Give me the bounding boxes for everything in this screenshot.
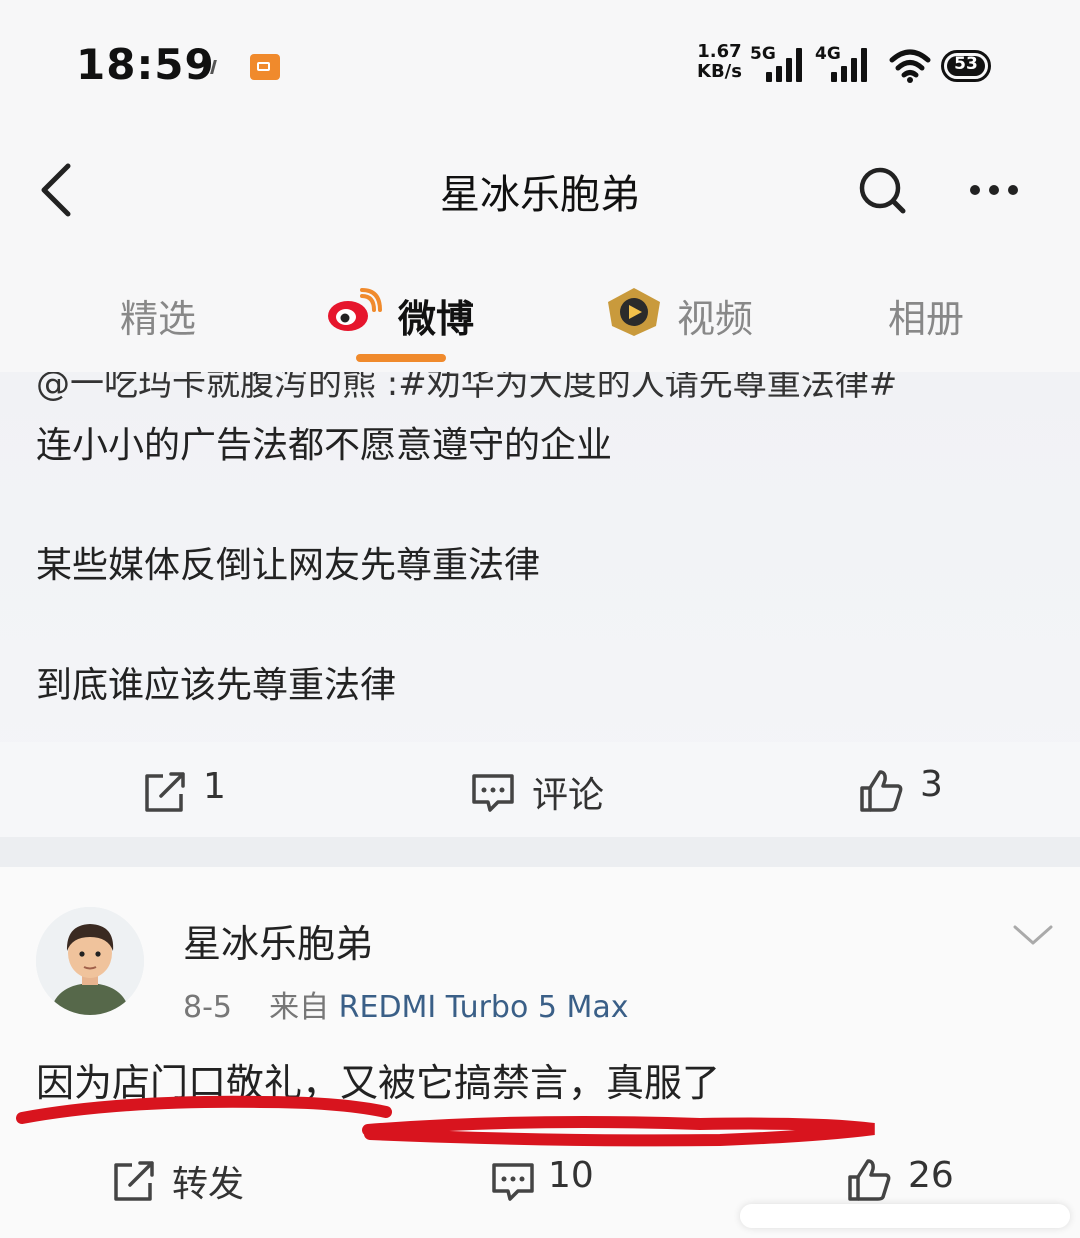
post-source[interactable]: REDMI Turbo 5 Max: [339, 990, 629, 1025]
repost-count: 1: [203, 766, 226, 807]
like-count: 3: [920, 764, 943, 805]
thumbs-up-icon: [860, 770, 903, 812]
post-card: @一吃玛卡就腹泻的熊 :#劝华为大度的人请先尊重法律# 连小小的广告法都不愿意遵…: [0, 372, 1080, 837]
profile-tabs: 精选 微博 视频 相册: [0, 252, 1080, 372]
like-button[interactable]: 3: [858, 764, 958, 818]
comment-icon: [492, 1163, 534, 1201]
signal-5g-icon: 5G: [750, 44, 810, 82]
comment-icon: [472, 774, 514, 812]
signal-5g-label: 5G: [750, 44, 776, 64]
repost-icon: [145, 772, 185, 812]
network-speed: 1.67 KB/s: [697, 42, 742, 82]
page-title: 星冰乐胞弟: [440, 172, 640, 218]
network-speed-value: 1.67: [697, 41, 742, 62]
divider: [0, 837, 1080, 867]
repost-button[interactable]: 1: [143, 766, 253, 820]
tab-weibo[interactable]: 微博: [398, 288, 474, 343]
post-text-line: 连小小的广告法都不愿意遵守的企业: [36, 425, 613, 466]
chevron-down-icon[interactable]: [1012, 923, 1054, 947]
avatar[interactable]: [36, 907, 144, 1015]
weibo-logo-icon: [328, 288, 382, 331]
repost-button[interactable]: 转发: [112, 1155, 262, 1205]
tab-video[interactable]: 视频: [677, 288, 753, 343]
signal-4g-icon: 4G: [815, 44, 875, 82]
signal-4g-label: 4G: [815, 44, 841, 64]
home-indicator[interactable]: [740, 1204, 1070, 1228]
comment-label: 评论: [532, 775, 605, 816]
video-tab-icon: [608, 288, 660, 336]
comment-button[interactable]: 评论: [470, 770, 620, 820]
network-speed-unit: KB/s: [697, 61, 742, 82]
comment-button[interactable]: 10: [490, 1155, 610, 1205]
navigation-bar: 星冰乐胞弟: [0, 130, 1080, 253]
repost-label: 转发: [172, 1164, 245, 1205]
more-icon[interactable]: [966, 180, 1022, 200]
status-bar: 18:59 1.67 KB/s 5G 4G 53: [0, 0, 1080, 130]
like-count: 26: [908, 1155, 954, 1196]
source-prefix: 来自: [269, 990, 330, 1025]
clock: 18:59: [76, 40, 215, 89]
post-meta: 8-5 来自 REDMI Turbo 5 Max: [183, 982, 629, 1026]
post-date: 8-5: [183, 990, 232, 1025]
author-name[interactable]: 星冰乐胞弟: [183, 913, 373, 968]
repost-icon: [114, 1161, 154, 1201]
post-text-line: 某些媒体反倒让网友先尊重法律: [36, 545, 541, 586]
battery-icon: 53: [941, 50, 991, 82]
tab-album[interactable]: 相册: [888, 288, 964, 343]
thumbs-up-icon: [848, 1159, 891, 1201]
active-tab-indicator: [356, 354, 446, 362]
wifi-icon: [889, 49, 931, 83]
avatar-image: [36, 907, 144, 1015]
screen-record-icon: [250, 54, 280, 80]
battery-level: 53: [954, 54, 978, 74]
comment-count: 10: [548, 1155, 594, 1196]
post-card: 星冰乐胞弟 8-5 来自 REDMI Turbo 5 Max 因为店门口敬礼，又…: [0, 867, 1080, 1238]
red-underline-annotation: [16, 1095, 875, 1147]
tab-featured[interactable]: 精选: [120, 288, 196, 343]
post-text-line: 到底谁应该先尊重法律: [36, 665, 397, 706]
like-button[interactable]: 26: [846, 1151, 966, 1205]
post-actions: 1 评论 3: [0, 742, 1080, 837]
search-icon[interactable]: [856, 164, 910, 218]
